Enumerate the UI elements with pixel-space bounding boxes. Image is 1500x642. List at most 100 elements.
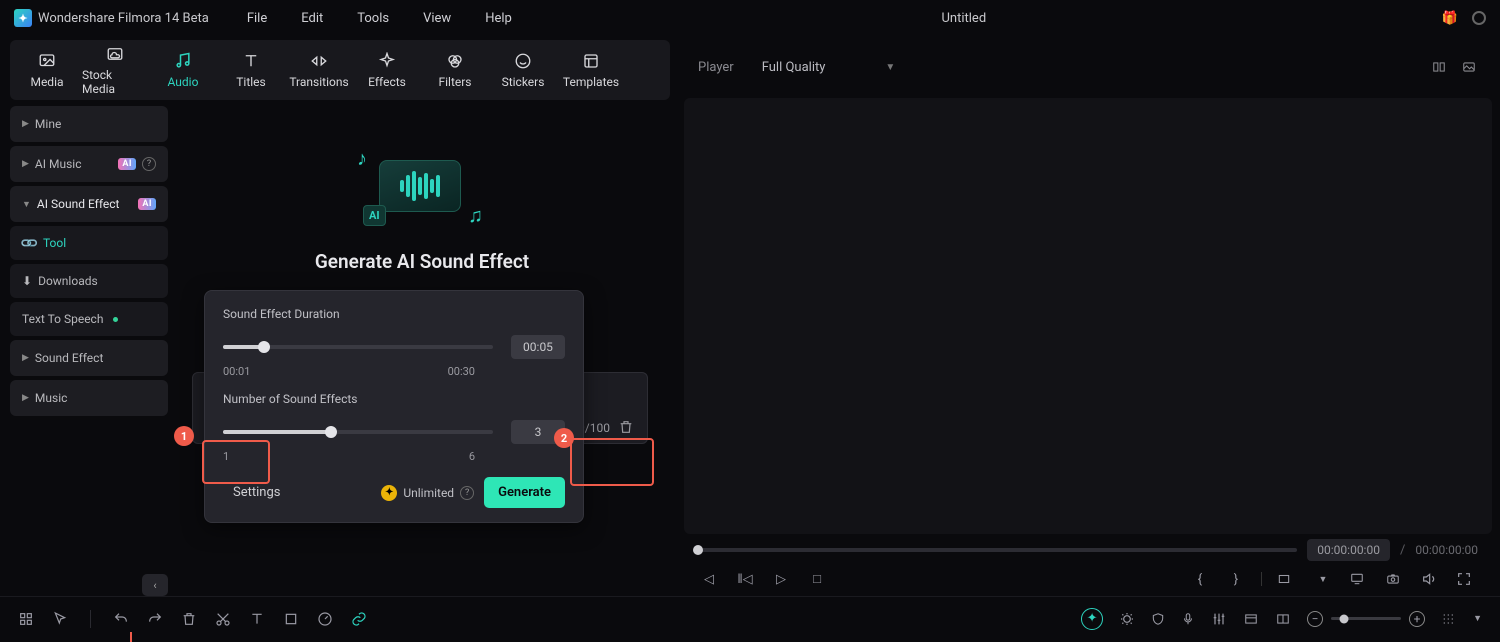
cloud-media-icon	[105, 44, 125, 64]
templates-icon	[581, 51, 601, 71]
prev-frame-button[interactable]: ◁	[698, 572, 720, 587]
app-logo-icon: ✦	[14, 9, 32, 27]
tab-audio[interactable]: Audio	[150, 51, 216, 89]
duration-range: 00:0100:30	[223, 365, 475, 378]
count-slider[interactable]	[223, 430, 493, 434]
tab-templates[interactable]: Templates	[558, 51, 624, 89]
menu-view[interactable]: View	[409, 11, 465, 26]
compare-view-icon[interactable]	[1430, 60, 1448, 74]
generate-button[interactable]: Generate	[484, 477, 565, 508]
ai-sound-effect-illustration-icon: ♪ AI ♫	[357, 146, 487, 232]
player-label: Player	[698, 60, 734, 75]
tab-effects[interactable]: Effects	[354, 51, 420, 89]
scrubber-row: 00:00:00:00 / 00:00:00:00	[684, 538, 1492, 562]
timeline-grid-icon[interactable]	[1441, 611, 1457, 627]
display-icon[interactable]	[1348, 572, 1370, 586]
text-tool-icon[interactable]	[249, 611, 265, 627]
menu-tools[interactable]: Tools	[343, 11, 403, 26]
caret-right-icon: ▶	[22, 119, 29, 129]
step-back-button[interactable]: ‖◁	[734, 571, 756, 587]
zoom-control: − +	[1307, 611, 1425, 627]
tab-stickers[interactable]: Stickers	[490, 51, 556, 89]
ai-assistant-icon[interactable]: ✦	[1081, 608, 1103, 630]
tab-media[interactable]: Media	[14, 51, 80, 89]
cursor-icon[interactable]	[52, 611, 68, 627]
sidebar-item-music[interactable]: ▶Music	[10, 380, 168, 416]
collapse-sidebar-button[interactable]: ‹	[142, 574, 168, 596]
layout2-icon[interactable]	[1275, 612, 1291, 626]
callout-2: 2	[554, 428, 574, 448]
callout-1: 1	[174, 426, 194, 446]
text-icon	[241, 51, 261, 71]
chevron-down-icon[interactable]: ▼	[1312, 574, 1334, 585]
quality-select[interactable]: Full Quality▼	[752, 56, 906, 79]
unlimited-badge: ✦Unlimited?	[381, 485, 474, 501]
mark-out-icon[interactable]: }	[1225, 572, 1247, 587]
caret-down-icon: ▼	[22, 199, 31, 210]
play-button[interactable]: ▷	[770, 572, 792, 587]
camera-icon[interactable]	[1384, 572, 1406, 586]
fullscreen-icon[interactable]	[1456, 571, 1478, 587]
panel-title: Generate AI Sound Effect	[315, 250, 529, 273]
zoom-out-icon[interactable]: −	[1307, 611, 1323, 627]
sticker-icon	[513, 51, 533, 71]
sidebar-item-ai-music[interactable]: ▶AI MusicAI?	[10, 146, 168, 182]
preview-canvas[interactable]	[684, 98, 1492, 534]
duration-label: Sound Effect Duration	[223, 307, 565, 321]
snapshot-icon[interactable]	[1460, 60, 1478, 74]
grid-icon[interactable]	[18, 611, 34, 627]
trash-icon[interactable]	[618, 419, 634, 435]
audio-sidebar: ▶Mine ▶AI MusicAI? ▼AI Sound EffectAI 🔗T…	[10, 106, 168, 596]
zoom-in-icon[interactable]: +	[1409, 611, 1425, 627]
tab-transitions[interactable]: Transitions	[286, 51, 352, 89]
document-title: Untitled	[941, 11, 986, 26]
help-icon[interactable]: ?	[142, 157, 156, 171]
volume-icon[interactable]	[1420, 571, 1442, 587]
shield-icon[interactable]	[1151, 611, 1165, 627]
sidebar-item-sound-effect[interactable]: ▶Sound Effect	[10, 340, 168, 376]
timeline-playhead-icon	[130, 632, 132, 642]
tab-titles[interactable]: Titles	[218, 51, 284, 89]
filters-icon	[445, 51, 465, 71]
time-current: 00:00:00:00	[1307, 539, 1390, 561]
tab-stock-media[interactable]: Stock Media	[82, 44, 148, 96]
help-icon[interactable]: ?	[460, 486, 474, 500]
mic-icon[interactable]	[1181, 611, 1195, 627]
sidebar-item-ai-sound-effect[interactable]: ▼AI Sound EffectAI	[10, 186, 168, 222]
speed-icon[interactable]	[317, 611, 333, 627]
delete-icon[interactable]	[181, 611, 197, 627]
stop-button[interactable]: □	[806, 571, 828, 587]
menu-file[interactable]: File	[233, 11, 281, 26]
sidebar-item-mine[interactable]: ▶Mine	[10, 106, 168, 142]
transport-bar: ◁ ‖◁ ▷ □ { } ▼	[684, 562, 1492, 596]
mark-in-icon[interactable]: {	[1189, 572, 1211, 587]
ai-badge-icon: AI	[118, 158, 136, 170]
layout1-icon[interactable]	[1243, 612, 1259, 626]
mixer-icon[interactable]	[1211, 611, 1227, 627]
adjust-icon[interactable]	[1119, 611, 1135, 627]
undo-icon[interactable]	[113, 611, 129, 627]
caret-right-icon: ▶	[22, 353, 29, 363]
sidebar-subitem-tool[interactable]: 🔗Tool	[10, 226, 168, 260]
chain-icon[interactable]	[351, 611, 367, 627]
crop-icon[interactable]	[283, 611, 299, 627]
app-title: Wondershare Filmora 14 Beta	[38, 11, 209, 26]
tab-filters[interactable]: Filters	[422, 51, 488, 89]
settings-button[interactable]: Settings	[223, 477, 290, 508]
zoom-slider[interactable]	[1331, 617, 1401, 620]
sidebar-item-text-to-speech[interactable]: Text To Speech	[10, 302, 168, 336]
gift-icon[interactable]: 🎁	[1442, 11, 1458, 26]
chevron-down-icon[interactable]: ▼	[1473, 613, 1482, 624]
player-header: Player Full Quality▼	[684, 40, 1492, 94]
record-icon[interactable]	[1472, 11, 1486, 25]
sidebar-subitem-downloads[interactable]: ⬇Downloads	[10, 264, 168, 298]
menu-edit[interactable]: Edit	[287, 11, 337, 26]
menu-help[interactable]: Help	[471, 11, 526, 26]
redo-icon[interactable]	[147, 611, 163, 627]
ratio-icon[interactable]	[1276, 572, 1298, 586]
duration-slider[interactable]	[223, 345, 493, 349]
cut-icon[interactable]	[215, 611, 231, 627]
caret-right-icon: ▶	[22, 159, 29, 169]
scrubber[interactable]	[698, 548, 1297, 552]
chevron-down-icon: ▼	[885, 62, 895, 73]
